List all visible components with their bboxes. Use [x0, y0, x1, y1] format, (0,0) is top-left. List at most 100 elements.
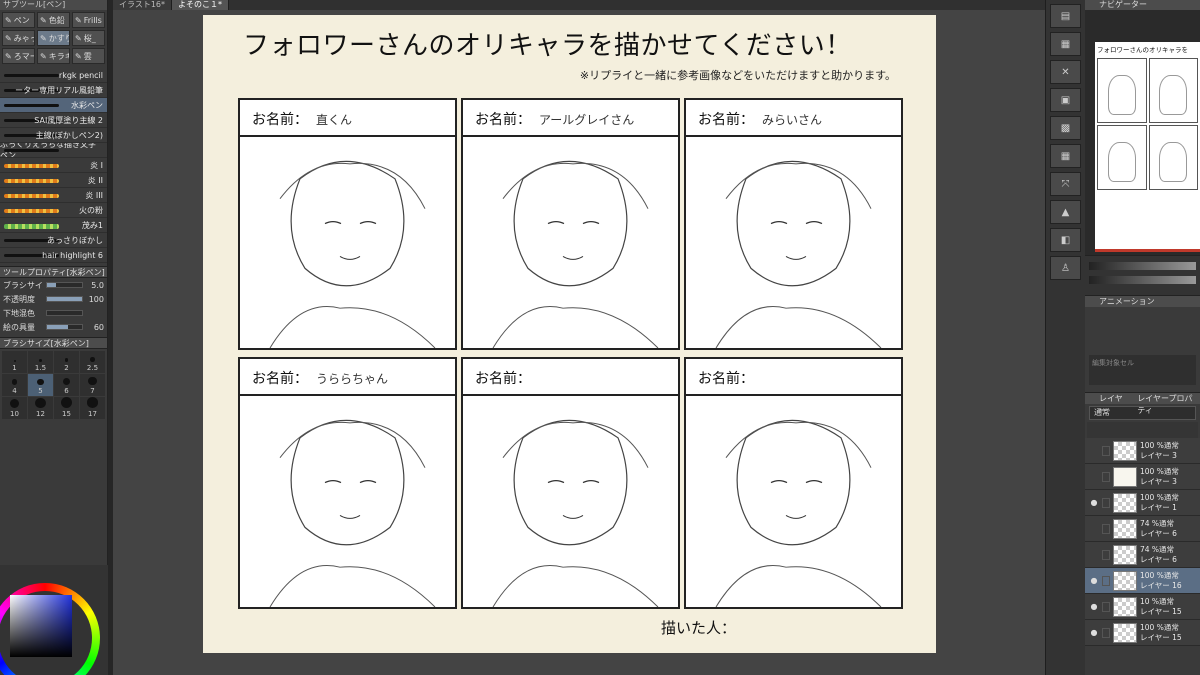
- brush-item[interactable]: ーター専用リアル風鉛筆: [0, 83, 107, 98]
- brush-item[interactable]: hair highlight 6: [0, 248, 107, 263]
- grid-icon[interactable]: ▦: [1050, 144, 1081, 168]
- subtool-button[interactable]: ✎ろマー: [2, 48, 35, 64]
- property-value[interactable]: 60: [86, 323, 104, 332]
- tab-illust16[interactable]: イラスト16*: [113, 0, 173, 10]
- character-frame[interactable]: お名前： みらいさん: [684, 98, 903, 350]
- brush-size-option[interactable]: 17: [80, 397, 105, 419]
- brush-size-option[interactable]: 6: [54, 374, 79, 396]
- lock-icon[interactable]: [1102, 471, 1110, 482]
- brush-item[interactable]: あっさりぼかし: [0, 233, 107, 248]
- subtool-button[interactable]: ✎ Frills: [72, 12, 105, 28]
- subtool-button[interactable]: ✎ 雲: [72, 48, 105, 64]
- brush-icon: ✎: [5, 33, 12, 43]
- lock-icon[interactable]: [1102, 575, 1110, 586]
- image-icon[interactable]: ▣: [1050, 88, 1081, 112]
- character-frame[interactable]: お名前：: [684, 357, 903, 609]
- navigator-preview[interactable]: フォロワーさんのオリキャラを: [1095, 42, 1200, 252]
- panel-icon-column: ▤ ▦ ✕ ▣ ▩ ▦ ⤧ ▲ ◧ ♙: [1045, 0, 1085, 675]
- subtool-button[interactable]: ✎ ペン: [2, 12, 35, 28]
- eye-icon[interactable]: ●: [1089, 498, 1099, 507]
- layer-icon[interactable]: ▤: [1050, 4, 1081, 28]
- lock-icon[interactable]: [1102, 601, 1110, 612]
- layer-name: レイヤー 15: [1140, 606, 1182, 616]
- character-frame[interactable]: お名前：: [461, 357, 680, 609]
- mini-frame: [1097, 58, 1147, 123]
- character-frame[interactable]: お名前： 直くん: [238, 98, 457, 350]
- size-dot-icon: [88, 376, 97, 385]
- property-value[interactable]: 100: [86, 295, 104, 304]
- tool-property-row: 絵の具量 60: [0, 320, 107, 334]
- checker-icon[interactable]: ▩: [1050, 116, 1081, 140]
- subtool-button[interactable]: ✎ 桜_: [72, 30, 105, 46]
- brush-item[interactable]: 炎 I: [0, 158, 107, 173]
- brush-size-option[interactable]: 2: [54, 351, 79, 373]
- lock-icon[interactable]: [1102, 523, 1110, 534]
- subtool-button[interactable]: ✎かすり: [37, 30, 70, 46]
- figure-icon[interactable]: ♙: [1050, 256, 1081, 280]
- brush-size-option[interactable]: 7: [80, 374, 105, 396]
- brush-size-option[interactable]: 12: [28, 397, 53, 419]
- layer-row[interactable]: ● 100 %通常 レイヤー 15: [1085, 620, 1200, 646]
- zoom-slider[interactable]: [1089, 262, 1196, 270]
- brush-item[interactable]: 水彩ペン: [0, 98, 107, 113]
- layer-row[interactable]: 74 %通常 レイヤー 6: [1085, 542, 1200, 568]
- brush-item[interactable]: 炎 III: [0, 188, 107, 203]
- tab-yosonoko[interactable]: よそのこ１*: [172, 0, 230, 10]
- eye-icon[interactable]: ●: [1089, 602, 1099, 611]
- rotate-slider[interactable]: [1089, 276, 1196, 284]
- canvas-paper[interactable]: フォロワーさんのオリキャラを描かせてください！ ※リプライと一緒に参考画像などを…: [203, 15, 936, 653]
- lock-icon[interactable]: [1102, 627, 1110, 638]
- brush-label: SAI風厚塗り主線 2: [34, 115, 103, 125]
- brush-size-option[interactable]: 1: [2, 351, 27, 373]
- brush-item[interactable]: ぷっくりえっちな描き文字ペン: [0, 143, 107, 158]
- layer-row[interactable]: ● 100 %通常 レイヤー 16: [1085, 568, 1200, 594]
- property-slider[interactable]: [46, 324, 83, 330]
- color-saturation-square[interactable]: [10, 595, 72, 657]
- layer-info: 100 %通常 レイヤー 15: [1140, 623, 1182, 643]
- subtool-button[interactable]: ✎キラキ: [37, 48, 70, 64]
- brush-item[interactable]: 主線(ぼかしペン2): [0, 128, 107, 143]
- layer-name: レイヤー 15: [1140, 632, 1182, 642]
- animation-target-cell: 編集対象セル: [1089, 355, 1196, 385]
- lock-icon[interactable]: [1102, 549, 1110, 560]
- brush-item[interactable]: rkgk pencil: [0, 68, 107, 83]
- layer-row[interactable]: 100 %通常 レイヤー 3: [1085, 438, 1200, 464]
- transform-icon[interactable]: ⤧: [1050, 172, 1081, 196]
- brush-size-option[interactable]: 4: [2, 374, 27, 396]
- tab-layer-property[interactable]: レイヤープロパティ: [1137, 393, 1200, 415]
- property-slider[interactable]: [46, 310, 83, 316]
- layer-row[interactable]: ● 10 %通常 レイヤー 15: [1085, 594, 1200, 620]
- brush-size-option[interactable]: 15: [54, 397, 79, 419]
- character-frame[interactable]: お名前： アールグレイさん: [461, 98, 680, 350]
- brush-item[interactable]: SAI風厚塗り主線 2: [0, 113, 107, 128]
- lock-icon[interactable]: [1102, 445, 1110, 456]
- layer-row[interactable]: 74 %通常 レイヤー 6: [1085, 516, 1200, 542]
- layer-info: 74 %通常 レイヤー 6: [1140, 545, 1177, 565]
- brush-size-option[interactable]: 10: [2, 397, 27, 419]
- size-label: 2: [64, 364, 69, 372]
- subtool-button[interactable]: ✎みゃっ: [2, 30, 35, 46]
- brush-size-option[interactable]: 5: [28, 374, 53, 396]
- brush-item[interactable]: 火の粉: [0, 203, 107, 218]
- eye-icon[interactable]: ●: [1089, 576, 1099, 585]
- brush-item[interactable]: 炎 II: [0, 173, 107, 188]
- material-icon[interactable]: ▦: [1050, 32, 1081, 56]
- brush-item[interactable]: 茂み1: [0, 218, 107, 233]
- layer-row[interactable]: ● 100 %通常 レイヤー 1: [1085, 490, 1200, 516]
- scene-icon[interactable]: ▲: [1050, 200, 1081, 224]
- size-dot-icon: [37, 378, 44, 385]
- layer-row[interactable]: 100 %通常 レイヤー 3: [1085, 464, 1200, 490]
- subtool-button[interactable]: ✎ 色鉛: [37, 12, 70, 28]
- eye-icon[interactable]: ●: [1089, 628, 1099, 637]
- brush-size-option[interactable]: 2.5: [80, 351, 105, 373]
- property-slider[interactable]: [46, 282, 83, 288]
- tab-layer[interactable]: レイヤー: [1099, 393, 1127, 415]
- property-value[interactable]: 5.0: [86, 281, 104, 290]
- expand-icon[interactable]: ✕: [1050, 60, 1081, 84]
- lock-icon[interactable]: [1102, 497, 1110, 508]
- canvas-area[interactable]: フォロワーさんのオリキャラを描かせてください！ ※リプライと一緒に参考画像などを…: [113, 10, 1045, 675]
- brush-size-option[interactable]: 1.5: [28, 351, 53, 373]
- cube-icon[interactable]: ◧: [1050, 228, 1081, 252]
- property-slider[interactable]: [46, 296, 83, 302]
- character-frame[interactable]: お名前： うららちゃん: [238, 357, 457, 609]
